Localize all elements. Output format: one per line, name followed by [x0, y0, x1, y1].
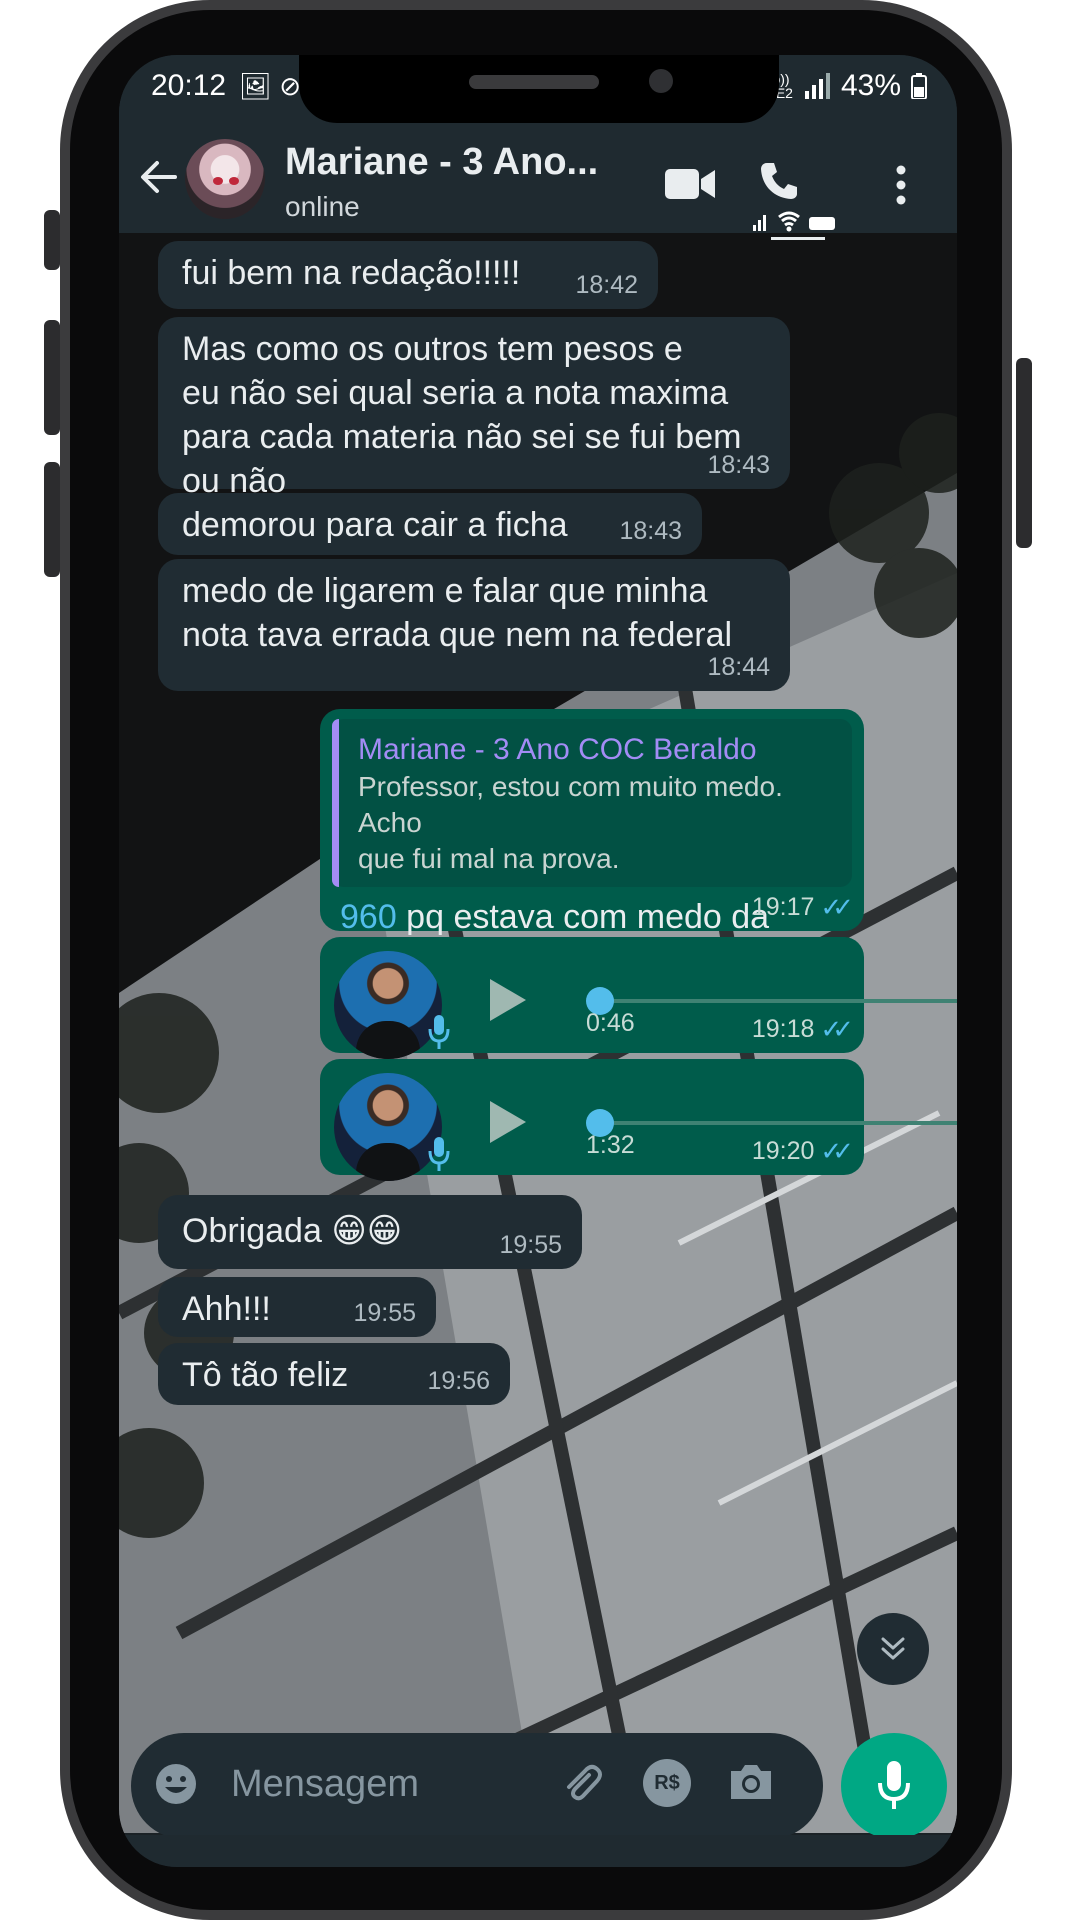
voice-call-icon[interactable]: [759, 161, 799, 201]
message-text: fui bem na redação!!!!!: [182, 254, 521, 292]
message-time: 19:55: [353, 1299, 416, 1327]
sender-avatar: [334, 951, 442, 1059]
phone-side-button: [44, 462, 60, 577]
phone-side-button: [44, 320, 60, 435]
message-time: 18:43: [707, 451, 770, 479]
message-time: 18:44: [707, 653, 770, 681]
double-chevron-down-icon: [881, 1637, 905, 1660]
audio-progress-track[interactable]: [600, 1121, 957, 1125]
message-time: 18:42: [575, 271, 638, 299]
quote-text: Professor, estou com muito medo. Acho qu…: [358, 771, 783, 874]
incoming-message[interactable]: medo de ligarem e falar que minha nota t…: [158, 559, 790, 691]
message-text: medo de ligarem e falar que minha nota t…: [182, 572, 733, 654]
incoming-message[interactable]: Tô tão feliz 19:56: [158, 1343, 510, 1405]
incoming-message[interactable]: Ahh!!! 19:55: [158, 1277, 436, 1337]
incoming-message[interactable]: demorou para cair a ficha 18:43: [158, 493, 702, 555]
message-meta: 19:20 ✓✓: [751, 1136, 854, 1166]
signal-icon: [804, 73, 830, 99]
battery-percent: 43%: [840, 69, 901, 102]
message-text: Mas como os outros tem pesos e eu não se…: [182, 330, 742, 500]
emoji-icon[interactable]: [153, 1761, 199, 1807]
play-icon[interactable]: [488, 1099, 528, 1145]
sender-avatar: [334, 1073, 442, 1181]
incoming-message[interactable]: Obrigada 😁😁 19:55: [158, 1195, 582, 1269]
incoming-message[interactable]: Mas como os outros tem pesos e eu não se…: [158, 317, 790, 500]
message-text: Ahh!!!: [182, 1290, 271, 1328]
mic-icon: [428, 1015, 450, 1049]
quoted-message[interactable]: Mariane - 3 Ano COC Beraldo Professor, e…: [332, 719, 852, 887]
message-meta: 19:17 ✓✓: [751, 892, 854, 922]
system-navigation-bar: [119, 1835, 957, 1867]
back-arrow-icon[interactable]: [137, 155, 181, 199]
message-time: 19:55: [499, 1231, 562, 1259]
camera-notch: [299, 55, 779, 123]
audio-duration: 0:46: [586, 1009, 635, 1037]
mic-icon: [428, 1137, 450, 1171]
scroll-to-bottom-button[interactable]: [857, 1613, 929, 1685]
camera-icon[interactable]: [727, 1761, 775, 1803]
message-time: 19:56: [427, 1367, 490, 1395]
contact-name[interactable]: Mariane - 3 Ano...: [285, 141, 598, 184]
voice-message[interactable]: 0:46 19:18 ✓✓: [320, 937, 957, 1059]
message-meta: 19:18 ✓✓: [751, 1014, 854, 1044]
back-nav-icon[interactable]: [759, 1865, 789, 1867]
outgoing-reply-message[interactable]: Mariane - 3 Ano COC Beraldo Professor, e…: [320, 709, 864, 1024]
contact-status: online: [285, 191, 360, 222]
phone-side-button: [44, 210, 60, 270]
record-voice-button[interactable]: [841, 1733, 947, 1839]
mic-icon: [878, 1761, 910, 1809]
contact-avatar[interactable]: [185, 139, 265, 219]
recent-apps-icon[interactable]: [255, 1865, 295, 1867]
read-ticks-icon: ✓✓: [820, 1136, 853, 1166]
home-icon[interactable]: [517, 1865, 561, 1867]
gallery-notification-icon: 🖼 ⊘: [239, 71, 302, 101]
audio-progress-track[interactable]: [600, 999, 957, 1003]
chat-header: Mariane - 3 Ano... online: [119, 125, 957, 240]
read-ticks-icon: ✓✓: [820, 892, 853, 922]
phone-side-button: [1016, 358, 1032, 548]
phone-screen: 20:12 🖼 ⊘ Vo))LTE2 43% Mariane - 3 Ano..…: [119, 55, 957, 1867]
video-call-icon[interactable]: [665, 167, 715, 201]
message-text: demorou para cair a ficha: [182, 506, 568, 544]
payment-icon[interactable]: R$: [643, 1759, 691, 1807]
play-icon[interactable]: [488, 977, 528, 1023]
message-text: Obrigada 😁😁: [182, 1212, 403, 1250]
quote-author: Mariane - 3 Ano COC Beraldo: [358, 733, 757, 766]
read-ticks-icon: ✓✓: [820, 1014, 853, 1044]
audio-duration: 1:32: [586, 1131, 635, 1159]
battery-icon: [911, 73, 927, 99]
attach-icon[interactable]: [559, 1761, 605, 1807]
incoming-message[interactable]: fui bem na redação!!!!! 18:42: [158, 241, 658, 309]
message-text: Tô tão feliz: [182, 1356, 349, 1394]
network-status-icon: [753, 211, 835, 232]
tab-indicator: [771, 237, 825, 240]
message-time: 18:43: [619, 517, 682, 545]
more-options-icon[interactable]: [895, 165, 907, 205]
status-time: 20:12: [151, 69, 227, 102]
message-input[interactable]: Mensagem: [231, 1763, 419, 1806]
voice-message[interactable]: 1:32 19:20 ✓✓: [320, 1059, 957, 1181]
message-composer[interactable]: Mensagem R$: [131, 1733, 823, 1839]
